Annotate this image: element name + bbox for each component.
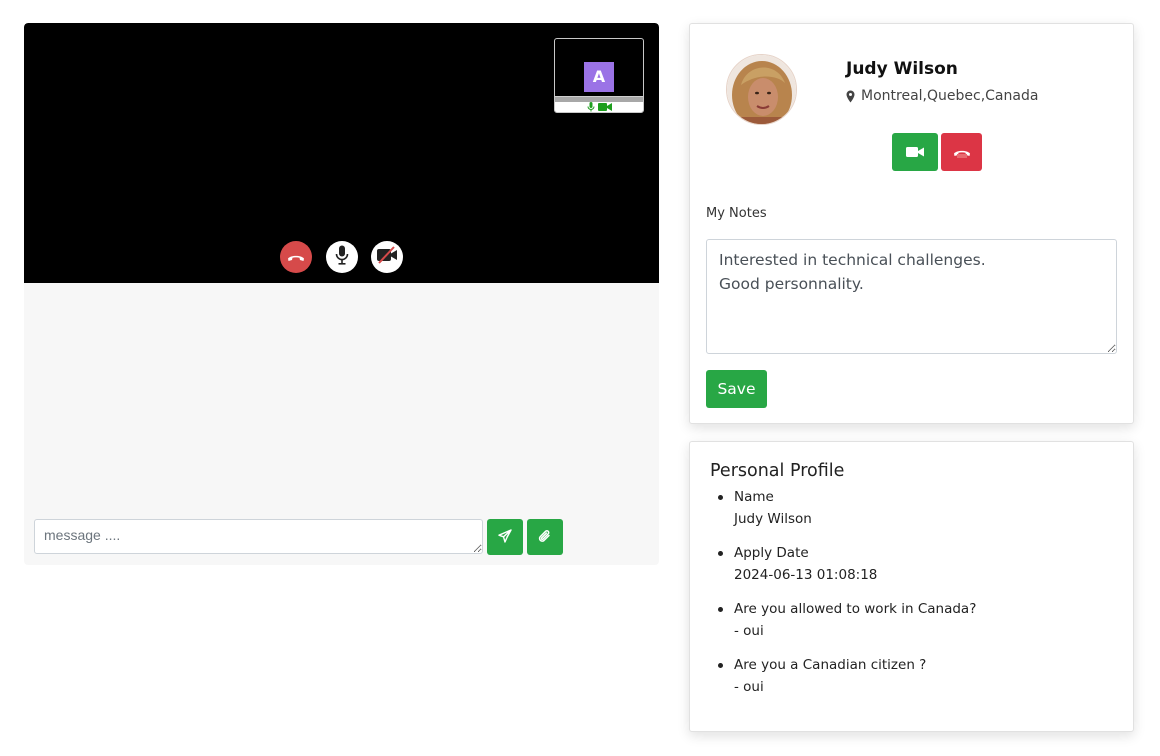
profile-answer: - oui — [734, 679, 764, 695]
candidate-card: Judy Wilson Montreal,Quebec,Canada My No… — [689, 23, 1134, 424]
self-video-tile: A — [554, 38, 644, 113]
list-item: Are you a Canadian citizen ? - oui — [717, 654, 976, 698]
chat-composer — [34, 519, 594, 555]
paperclip-icon — [538, 529, 552, 546]
self-avatar: A — [584, 62, 614, 92]
send-icon — [498, 528, 512, 546]
map-marker-icon — [846, 90, 855, 103]
personal-profile-title: Personal Profile — [710, 461, 845, 481]
profile-question: Are you a Canadian citizen ? — [734, 657, 927, 673]
profile-question: Name — [734, 489, 774, 505]
end-call-button[interactable] — [941, 133, 982, 171]
video-camera-icon — [906, 143, 924, 162]
mic-status-icon — [587, 102, 595, 112]
profile-question: Apply Date — [734, 545, 809, 561]
personal-profile-card: Personal Profile Name Judy Wilson Apply … — [689, 441, 1134, 732]
attach-button[interactable] — [527, 519, 563, 555]
phone-hangup-icon — [953, 143, 971, 162]
notes-label: My Notes — [706, 206, 767, 221]
call-panel: A — [24, 23, 659, 565]
start-video-button[interactable] — [892, 133, 938, 171]
hangup-button[interactable] — [280, 241, 312, 273]
camera-toggle-button[interactable] — [371, 241, 403, 273]
list-item: Name Judy Wilson — [717, 486, 976, 530]
candidate-avatar — [726, 54, 797, 125]
remote-video: A — [24, 23, 659, 283]
candidate-name: Judy Wilson — [846, 59, 958, 79]
self-status-bar — [555, 96, 643, 112]
list-item: Are you allowed to work in Canada? - oui — [717, 598, 977, 642]
phone-hangup-icon — [287, 248, 305, 267]
microphone-icon — [335, 245, 349, 269]
profile-question: Are you allowed to work in Canada? — [734, 601, 977, 617]
profile-answer: 2024-06-13 01:08:18 — [734, 567, 878, 583]
mute-button[interactable] — [326, 241, 358, 273]
send-button[interactable] — [487, 519, 523, 555]
notes-textarea[interactable] — [706, 239, 1117, 354]
list-item: Apply Date 2024-06-13 01:08:18 — [717, 542, 976, 586]
camera-off-icon — [376, 246, 398, 268]
message-input[interactable] — [34, 519, 483, 554]
save-button[interactable]: Save — [706, 370, 767, 408]
camera-status-icon — [597, 102, 612, 112]
profile-answer: Judy Wilson — [734, 511, 812, 527]
candidate-location: Montreal,Quebec,Canada — [846, 88, 1038, 104]
profile-list: Name Judy Wilson Apply Date 2024-06-13 0… — [717, 486, 977, 710]
profile-answer: - oui — [734, 623, 764, 639]
candidate-location-text: Montreal,Quebec,Canada — [861, 88, 1039, 104]
call-controls — [24, 241, 659, 273]
